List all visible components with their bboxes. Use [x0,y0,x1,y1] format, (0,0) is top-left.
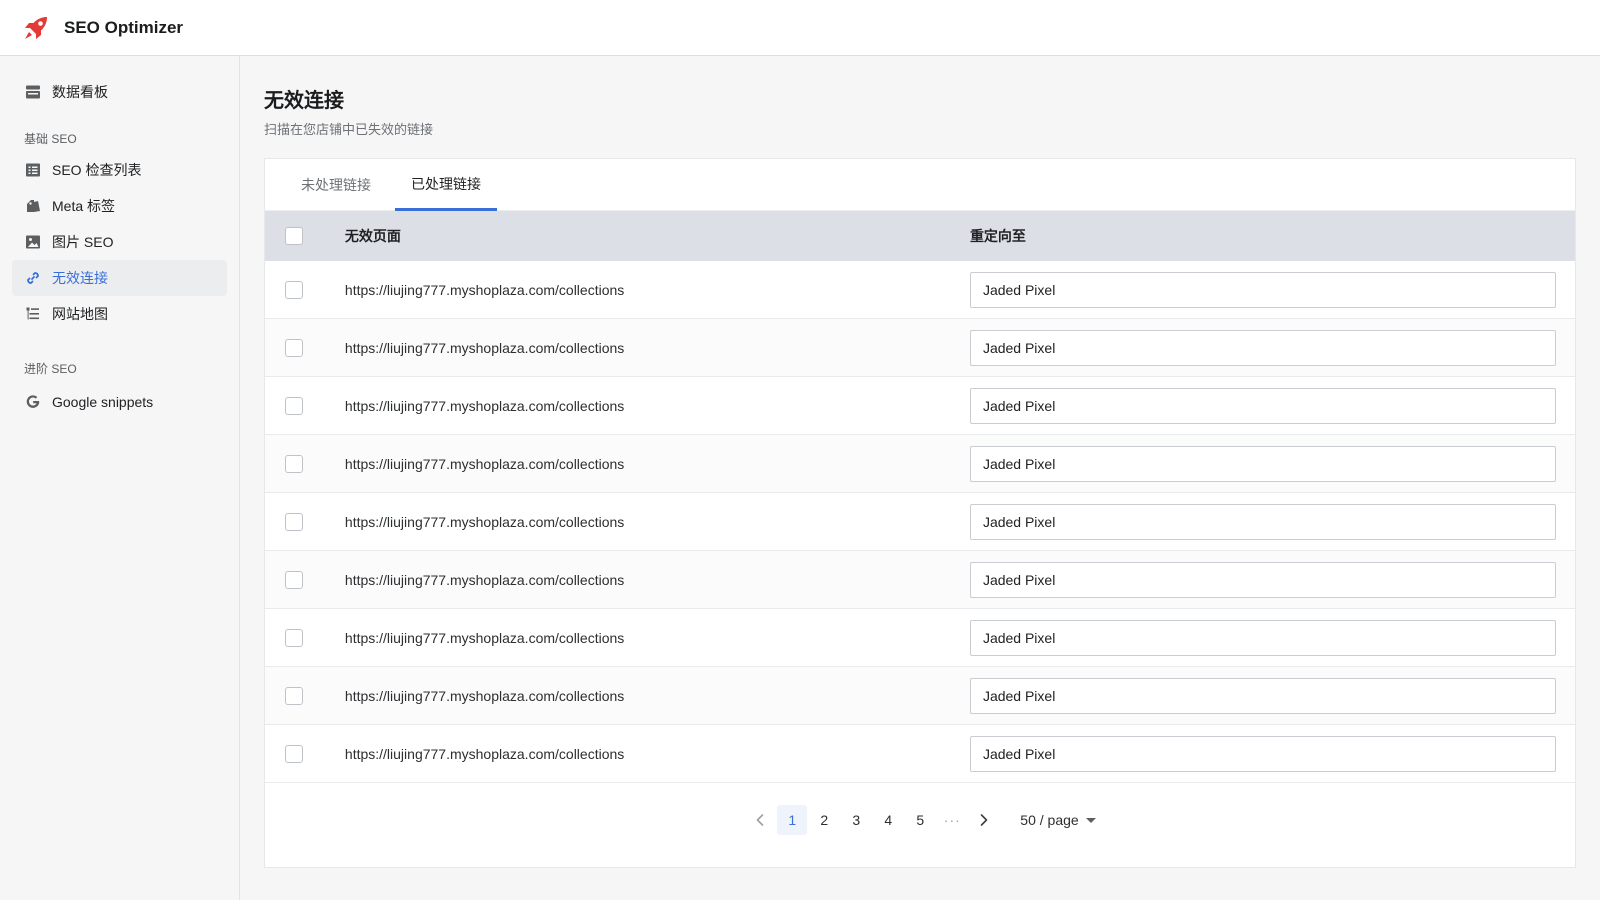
page-subtitle: 扫描在您店铺中已失效的链接 [264,122,434,137]
invalid-page-url: https://liujing777.myshoplaza.com/collec… [344,455,625,472]
table-row: https://liujing777.myshoplaza.com/collec… [265,261,1575,319]
sidebar: 数据看板 基础 SEO SEO 检查列表 Meta 标签 图片 SEO 无效连接… [0,56,240,900]
table-row: https://liujing777.myshoplaza.com/collec… [265,551,1575,609]
invalid-page-url: https://liujing777.myshoplaza.com/collec… [344,281,625,298]
table-row: https://liujing777.myshoplaza.com/collec… [265,435,1575,493]
prev-page-button[interactable] [745,805,775,835]
invalid-page-url: https://liujing777.myshoplaza.com/collec… [344,339,625,356]
row-checkbox[interactable] [284,628,303,647]
invalid-page-url: https://liujing777.myshoplaza.com/collec… [344,513,625,530]
redirect-input[interactable] [969,561,1556,598]
redirect-input[interactable] [969,619,1556,656]
redirect-input[interactable] [969,503,1556,540]
row-checkbox[interactable] [284,570,303,589]
sidebar-item-seo-checklist[interactable]: SEO 检查列表 [12,152,227,188]
section-label-basic-seo: 基础 SEO [24,131,77,146]
row-checkbox[interactable] [284,454,303,473]
section-label-advanced-seo: 进阶 SEO [24,361,77,376]
invalid-page-url: https://liujing777.myshoplaza.com/collec… [344,629,625,646]
column-header-redirect-to: 重定向至 [969,228,1026,244]
row-checkbox[interactable] [284,744,303,763]
chevron-left-icon [756,814,764,826]
row-checkbox[interactable] [284,512,303,531]
page-button-4[interactable]: 4 [873,805,903,835]
tab-bar: 未处理链接 已处理链接 [265,159,1575,211]
redirect-input[interactable] [969,677,1556,714]
sidebar-item-label: 网站地图 [52,306,108,322]
sitemap-icon [24,305,42,323]
redirect-input[interactable] [969,329,1556,366]
select-all-checkbox[interactable] [284,227,303,245]
sidebar-item-google-snippets[interactable]: Google snippets [12,384,227,420]
table-row: https://liujing777.myshoplaza.com/collec… [265,725,1575,783]
table-row: https://liujing777.myshoplaza.com/collec… [265,493,1575,551]
google-icon [24,393,42,411]
sidebar-item-label: 图片 SEO [52,234,114,250]
chevron-right-icon [980,814,988,826]
invalid-page-url: https://liujing777.myshoplaza.com/collec… [344,745,625,762]
tab-processed-links[interactable]: 已处理链接 [395,159,497,211]
table-row: https://liujing777.myshoplaza.com/collec… [265,319,1575,377]
pagination: 1 2 3 4 5 ··· 50 / page [265,795,1575,845]
table-header: 无效页面 重定向至 [265,211,1575,261]
app-title: SEO Optimizer [64,17,184,37]
table-row: https://liujing777.myshoplaza.com/collec… [265,667,1575,725]
sidebar-item-dashboard[interactable]: 数据看板 [12,74,227,110]
link-icon [24,269,42,287]
caret-down-icon [1085,817,1096,823]
sidebar-item-label: Google snippets [52,394,154,410]
sidebar-item-image-seo[interactable]: 图片 SEO [12,224,227,260]
table-row: https://liujing777.myshoplaza.com/collec… [265,377,1575,435]
page-size-value: 50 / page [1020,812,1079,828]
rocket-icon[interactable] [22,14,50,42]
invalid-page-url: https://liujing777.myshoplaza.com/collec… [344,687,625,704]
table-body: https://liujing777.myshoplaza.com/collec… [265,261,1575,783]
row-checkbox[interactable] [284,338,303,357]
dashboard-icon [24,83,42,101]
sidebar-item-broken-links[interactable]: 无效连接 [12,260,227,296]
page-button-5[interactable]: 5 [905,805,935,835]
invalid-page-url: https://liujing777.myshoplaza.com/collec… [344,571,625,588]
page-button-1[interactable]: 1 [777,805,808,835]
column-header-invalid-page: 无效页面 [344,228,401,244]
top-bar: SEO Optimizer [0,0,1600,56]
page-title: 无效连接 [264,90,344,112]
table-row: https://liujing777.myshoplaza.com/collec… [265,609,1575,667]
sidebar-item-sitemap[interactable]: 网站地图 [12,296,227,332]
pagination-ellipsis[interactable]: ··· [937,805,967,835]
page-button-3[interactable]: 3 [841,805,871,835]
image-icon [24,233,42,251]
redirect-input[interactable] [969,387,1556,424]
redirect-input[interactable] [969,445,1556,482]
links-card: 未处理链接 已处理链接 无效页面 重定向至 https://liujing777… [264,158,1576,868]
page-size-select[interactable]: 50 / page [1020,812,1096,828]
tag-icon [24,197,42,215]
sidebar-item-label: 数据看板 [52,84,108,100]
sidebar-item-label: 无效连接 [52,270,108,286]
sidebar-item-label: SEO 检查列表 [52,162,142,178]
invalid-page-url: https://liujing777.myshoplaza.com/collec… [344,397,625,414]
sidebar-item-label: Meta 标签 [52,198,116,214]
row-checkbox[interactable] [284,396,303,415]
redirect-input[interactable] [969,271,1556,308]
checklist-icon [24,161,42,179]
page-button-2[interactable]: 2 [809,805,839,835]
tab-unprocessed-links[interactable]: 未处理链接 [285,159,387,211]
redirect-input[interactable] [969,735,1556,772]
sidebar-item-meta-tags[interactable]: Meta 标签 [12,188,227,224]
row-checkbox[interactable] [284,280,303,299]
row-checkbox[interactable] [284,686,303,705]
next-page-button[interactable] [969,805,999,835]
